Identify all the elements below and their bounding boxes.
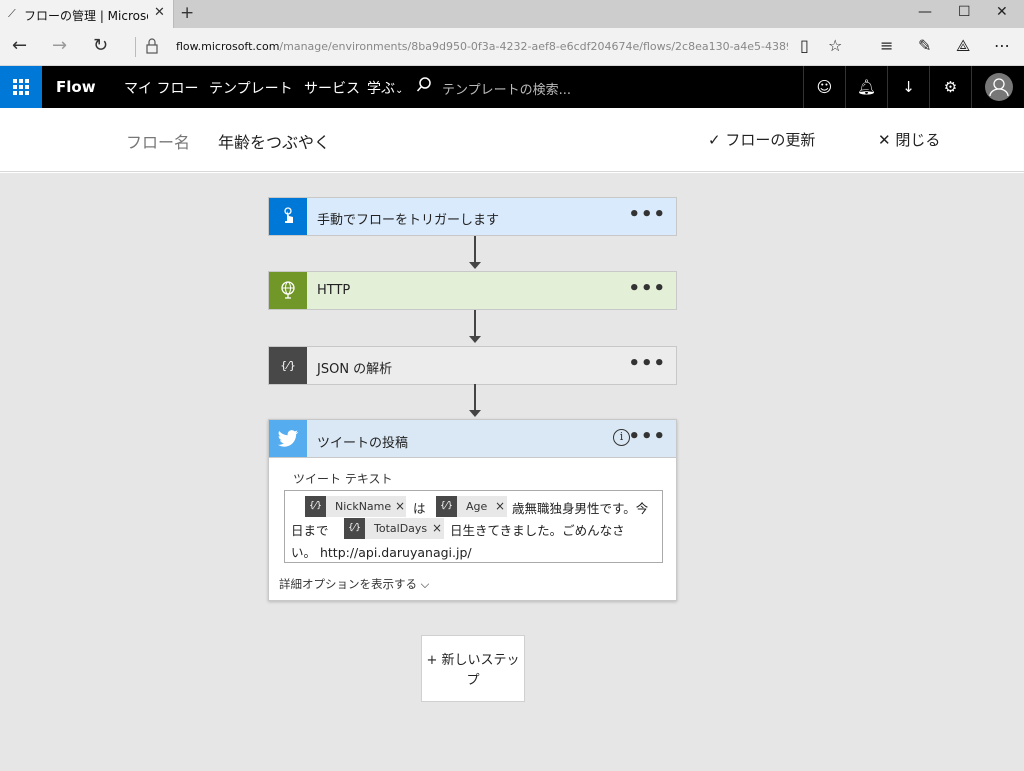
close-window-icon[interactable]: ✕ <box>996 4 1008 20</box>
token-label: TotalDays <box>374 522 428 535</box>
person-icon <box>989 78 1009 97</box>
tab-title: フローの管理 | Microsoft F <box>24 9 148 23</box>
step-card-post-tweet: ツイートの投稿 i ••• ツイート テキスト {⁄} NickName × は… <box>268 419 677 601</box>
tweet-text-label: ツイート テキスト <box>293 472 393 486</box>
close-button[interactable]: ✕ 閉じる <box>878 129 940 150</box>
arrow-down-icon <box>469 410 481 417</box>
info-icon[interactable]: i <box>613 429 630 446</box>
settings-gear-icon[interactable]: ⚙ <box>929 66 971 108</box>
show-advanced-options-link[interactable]: 詳細オプションを表示する ⌵ <box>279 576 429 592</box>
download-icon[interactable]: ↓ <box>887 66 929 108</box>
avatar <box>985 73 1013 101</box>
more-options-icon[interactable]: ••• <box>628 204 666 225</box>
json-token-icon: {⁄} <box>305 496 326 517</box>
step-card-http[interactable]: HTTP ••• <box>268 271 677 310</box>
back-icon[interactable]: ← <box>12 35 27 56</box>
token-age[interactable]: {⁄} Age × <box>436 496 507 517</box>
step-card-manual-trigger[interactable]: 手動でフローをトリガーします ••• <box>268 197 677 236</box>
nav-templates[interactable]: テンプレート <box>209 78 293 98</box>
profile-button[interactable] <box>971 66 1024 108</box>
arrow-down-icon <box>469 336 481 343</box>
browser-tab-bar: ⟋ フローの管理 | Microsoft F ✕ + — ☐ ✕ <box>0 0 1024 28</box>
nav-learn-label: 学ぶ <box>367 81 395 97</box>
tweet-text-segment: 歳無職独身男性です。今 <box>512 501 649 516</box>
token-label: NickName <box>335 500 392 513</box>
token-nickname[interactable]: {⁄} NickName × <box>305 496 406 517</box>
step-title: ツイートの投稿 <box>317 436 409 451</box>
remove-token-icon[interactable]: × <box>395 499 405 513</box>
share-icon[interactable]: ⟁ <box>956 36 970 56</box>
step-header[interactable]: ツイートの投稿 i ••• <box>269 420 676 458</box>
token-label: Age <box>466 500 488 513</box>
forward-icon[interactable]: → <box>52 35 67 56</box>
flow-favicon-icon: ⟋ <box>8 7 16 20</box>
new-tab-button[interactable]: + <box>180 3 194 23</box>
address-bar: ← → ↻ flow.microsoft.com/manage/environm… <box>0 28 1024 66</box>
tweet-text-segment: 日生きてきました。ごめんなさ <box>450 523 625 538</box>
divider <box>135 37 136 57</box>
url-field[interactable]: flow.microsoft.com/manage/environments/8… <box>176 40 788 53</box>
remove-token-icon[interactable]: × <box>495 499 505 513</box>
connector-line <box>474 236 476 262</box>
url-path: /manage/environments/8ba9d950-0f3a-4232-… <box>279 40 788 53</box>
tab-close-icon[interactable]: ✕ <box>154 5 165 20</box>
json-token-icon: {⁄} <box>344 518 365 539</box>
chevron-down-icon: ⌄ <box>395 85 404 96</box>
reading-view-icon[interactable]: ▯ <box>800 36 809 55</box>
remove-token-icon[interactable]: × <box>432 521 442 535</box>
nav-learn[interactable]: 学ぶ⌄ <box>367 78 403 98</box>
browser-tab[interactable]: ⟋ フローの管理 | Microsoft F ✕ <box>0 0 174 28</box>
more-options-icon[interactable]: ••• <box>628 426 666 447</box>
hub-icon[interactable]: ≡ <box>880 36 893 55</box>
more-icon[interactable]: ⋯ <box>994 36 1010 55</box>
touch-icon <box>269 198 307 235</box>
arrow-down-icon <box>469 262 481 269</box>
tweet-text-segment: 日まで <box>291 523 329 538</box>
nav-my-flows[interactable]: マイ フロー <box>124 78 198 98</box>
lock-icon <box>146 38 158 54</box>
search-icon[interactable] <box>416 76 432 94</box>
flow-editor-header: フロー名 年齢をつぶやく ✓ フローの更新 ✕ 閉じる <box>0 108 1024 172</box>
connector-line <box>474 310 476 336</box>
tweet-text-segment: い。 http://api.daruyanagi.jp/ <box>291 545 472 560</box>
step-title: HTTP <box>317 283 351 298</box>
more-options-icon[interactable]: ••• <box>628 278 666 299</box>
step-title: 手動でフローをトリガーします <box>317 213 500 228</box>
brand-logo[interactable]: Flow <box>56 78 96 96</box>
notifications-bell-icon[interactable]: 🔔︎ <box>845 66 887 108</box>
advanced-options-label: 詳細オプションを表示する <box>279 577 417 591</box>
step-card-parse-json[interactable]: {⁄} JSON の解析 ••• <box>268 346 677 385</box>
tweet-text-field[interactable]: {⁄} NickName × は {⁄} Age × 歳無職独身男性です。今 日… <box>284 490 663 563</box>
maximize-icon[interactable]: ☐ <box>958 4 971 20</box>
new-step-label-cont: プ <box>466 673 480 688</box>
twitter-icon <box>269 420 307 457</box>
feedback-smiley-icon[interactable]: ☺ <box>803 66 845 108</box>
new-step-button[interactable]: + 新しいステッ プ <box>421 635 525 702</box>
more-options-icon[interactable]: ••• <box>628 353 666 374</box>
flow-header: Flow マイ フロー テンプレート サービス 学ぶ⌄ テンプレートの検索...… <box>0 66 1024 108</box>
chevron-down-icon: ⌵ <box>420 577 430 591</box>
connector-line <box>474 384 476 410</box>
url-host: flow.microsoft.com <box>176 40 280 53</box>
json-token-icon: {⁄} <box>436 496 457 517</box>
favorite-star-icon[interactable]: ☆ <box>828 36 842 55</box>
update-flow-button[interactable]: ✓ フローの更新 <box>708 129 815 150</box>
web-note-icon[interactable]: ✎ <box>918 36 931 55</box>
new-step-label: + 新しいステッ <box>426 653 520 668</box>
app-launcher-icon[interactable] <box>0 66 42 108</box>
nav-services[interactable]: サービス <box>304 78 360 98</box>
globe-icon <box>269 272 307 309</box>
token-totaldays[interactable]: {⁄} TotalDays × <box>344 518 444 539</box>
search-input[interactable]: テンプレートの検索... <box>442 79 571 98</box>
flow-name-label: フロー名 <box>126 133 191 152</box>
minimize-icon[interactable]: — <box>918 4 932 20</box>
refresh-icon[interactable]: ↻ <box>93 35 108 56</box>
json-icon: {⁄} <box>269 347 307 384</box>
tweet-text-segment: は <box>413 501 426 516</box>
flow-name-input[interactable]: 年齢をつぶやく <box>218 129 330 153</box>
step-title: JSON の解析 <box>317 362 393 377</box>
